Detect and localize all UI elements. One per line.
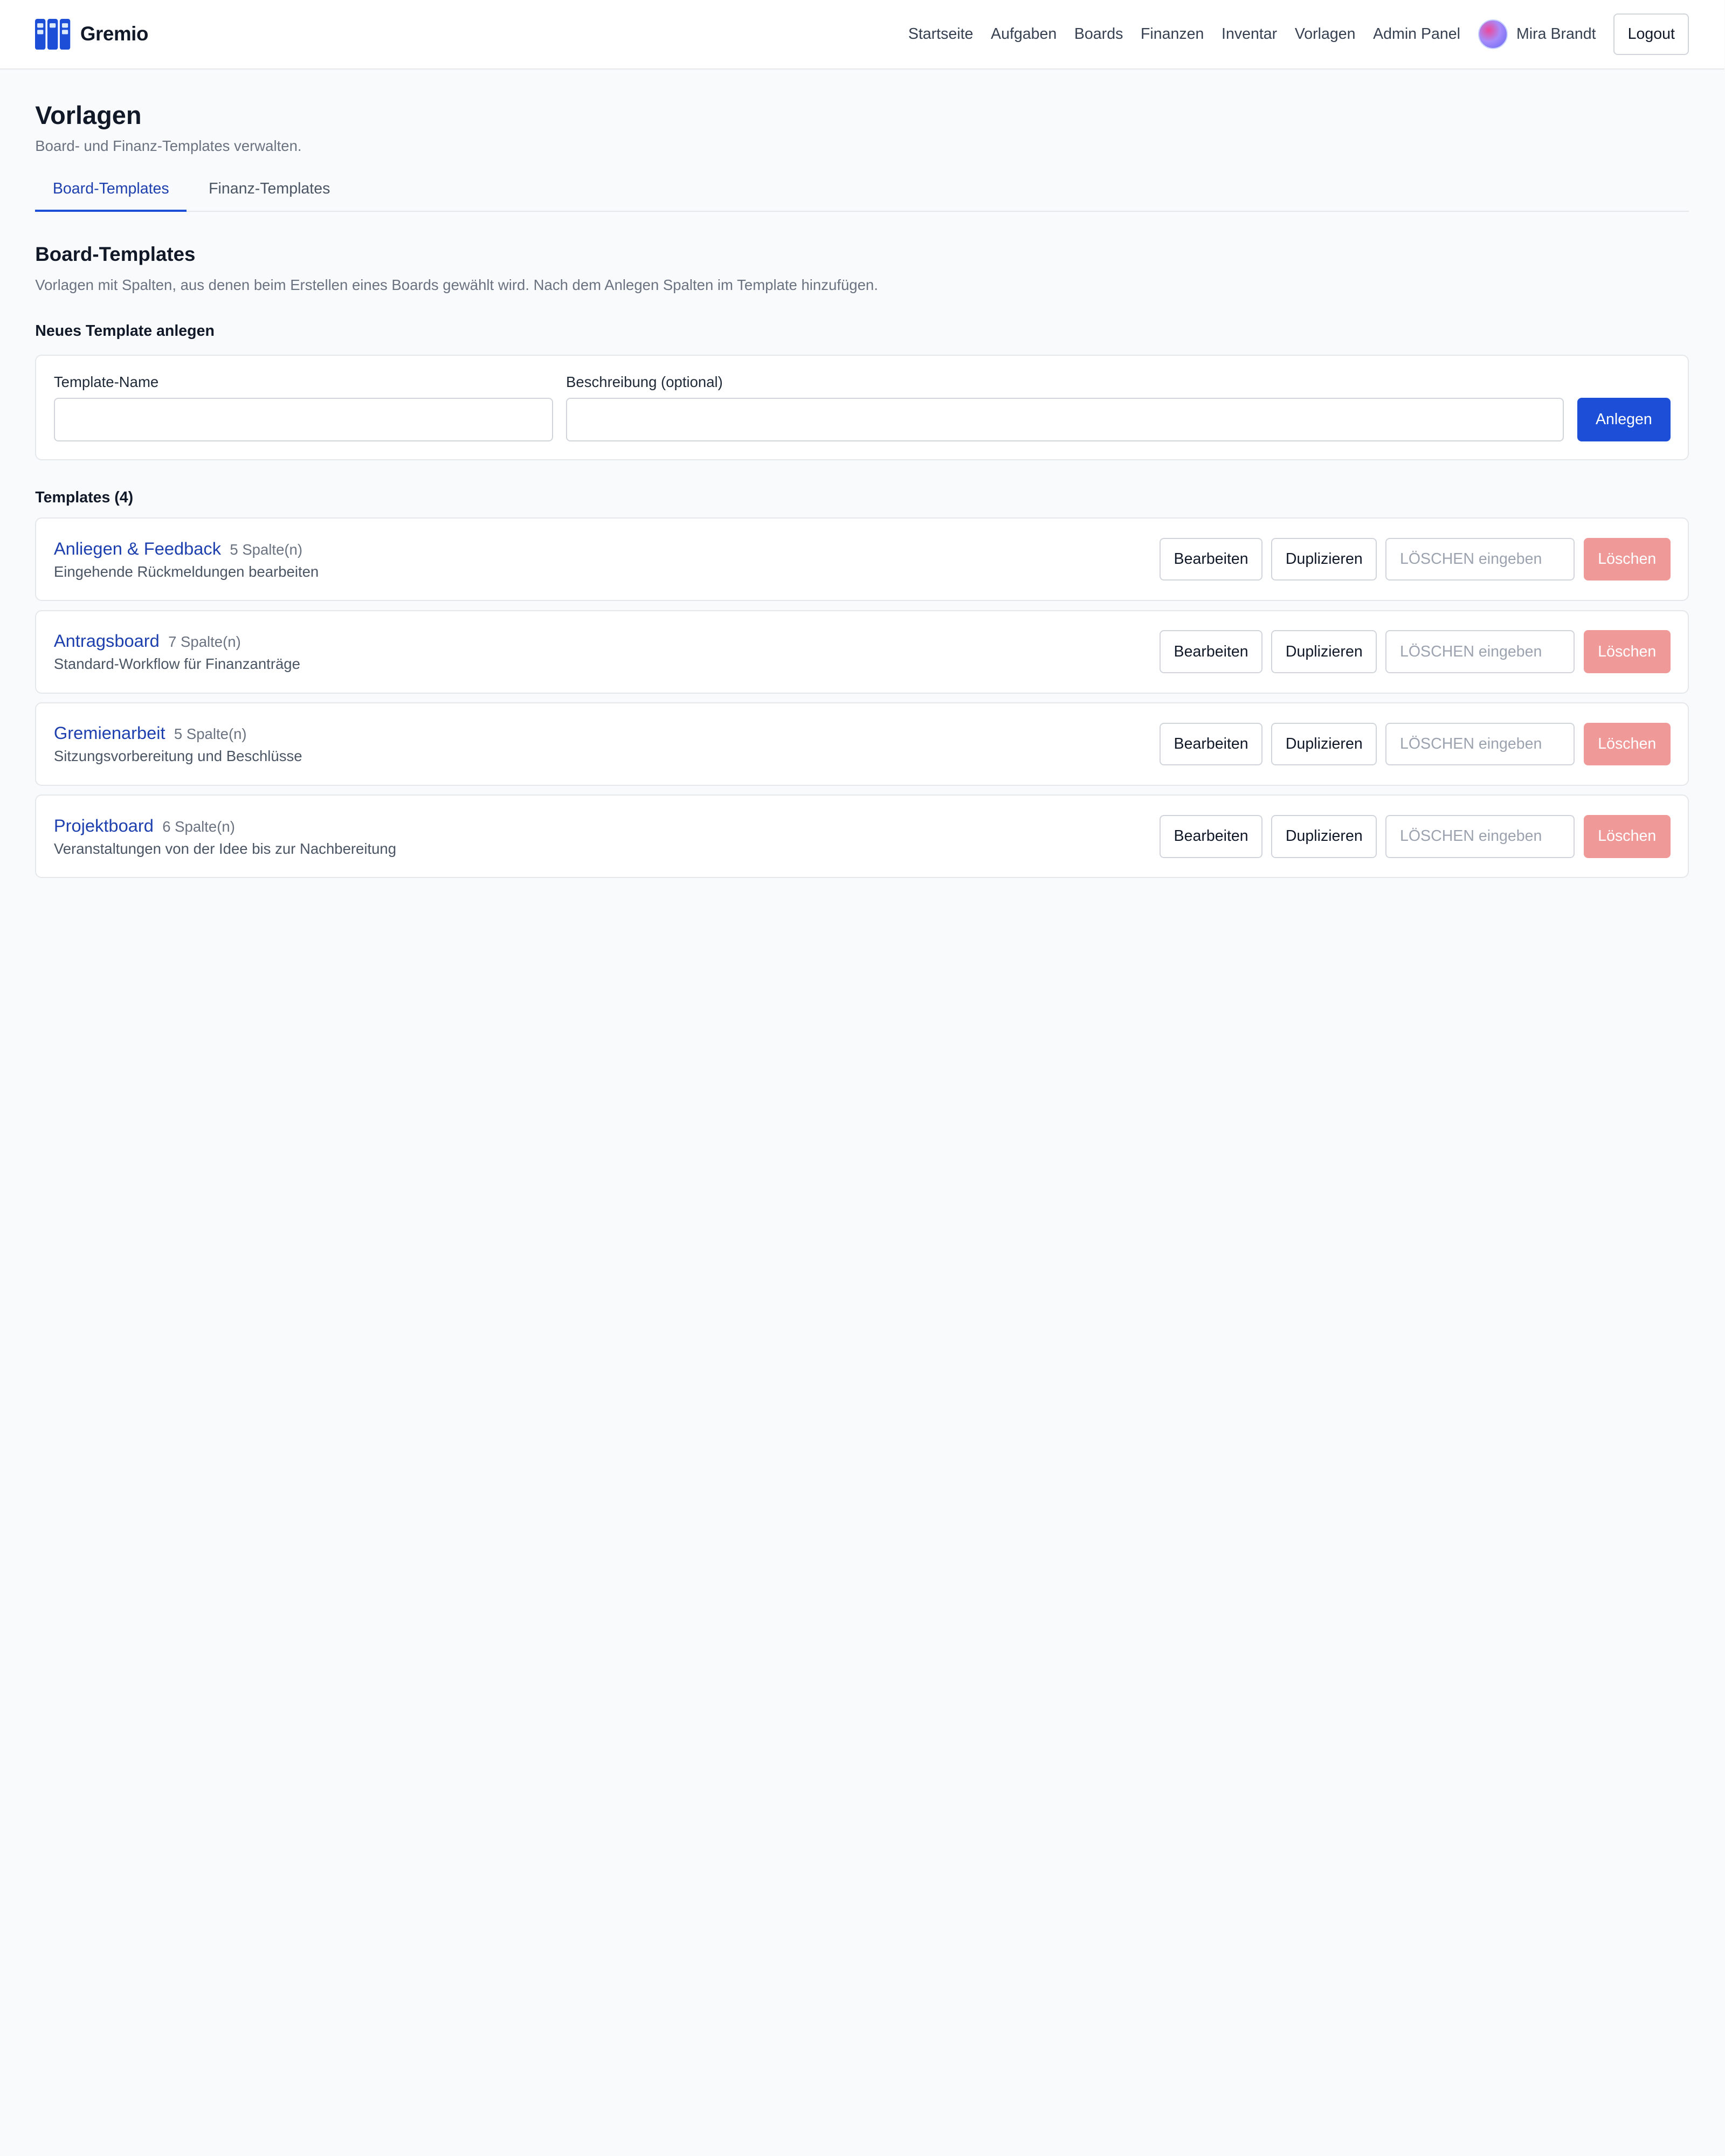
section-title: Board-Templates xyxy=(35,243,196,266)
nav-boards[interactable]: Boards xyxy=(1074,25,1123,43)
avatar xyxy=(1478,19,1508,49)
delete-confirm-input[interactable] xyxy=(1385,722,1575,766)
nav-admin-panel[interactable]: Admin Panel xyxy=(1373,25,1460,43)
delete-button[interactable]: Löschen xyxy=(1583,722,1671,766)
template-name-field: Template-Name xyxy=(53,374,553,442)
duplicate-button[interactable]: Duplizieren xyxy=(1271,814,1377,858)
page-title: Vorlagen xyxy=(35,101,142,129)
template-list: Anliegen & Feedback 5 Spalte(n) Eingehen… xyxy=(35,517,1689,879)
edit-button[interactable]: Bearbeiten xyxy=(1160,814,1263,858)
template-row: Antragsboard 7 Spalte(n) Standard-Workfl… xyxy=(35,610,1689,694)
template-info: Gremienarbeit 5 Spalte(n) Sitzungsvorber… xyxy=(54,723,1160,765)
main-content: Vorlagen Board- und Finanz-Templates ver… xyxy=(0,100,1724,879)
duplicate-button[interactable]: Duplizieren xyxy=(1271,537,1377,581)
column-count: 6 Spalte(n) xyxy=(162,818,235,835)
template-info: Anliegen & Feedback 5 Spalte(n) Eingehen… xyxy=(54,538,1160,581)
column-count: 5 Spalte(n) xyxy=(174,725,247,743)
template-actions: Bearbeiten Duplizieren Löschen xyxy=(1160,537,1671,581)
delete-button[interactable]: Löschen xyxy=(1583,537,1671,581)
template-row: Anliegen & Feedback 5 Spalte(n) Eingehen… xyxy=(35,517,1689,602)
edit-button[interactable]: Bearbeiten xyxy=(1160,630,1263,673)
template-name-label: Template-Name xyxy=(53,374,159,391)
delete-confirm-input[interactable] xyxy=(1385,630,1575,673)
delete-button[interactable]: Löschen xyxy=(1583,630,1671,673)
template-name-link[interactable]: Antragsboard xyxy=(54,631,160,651)
edit-button[interactable]: Bearbeiten xyxy=(1160,537,1263,581)
create-template-button[interactable]: Anlegen xyxy=(1577,397,1671,442)
template-actions: Bearbeiten Duplizieren Löschen xyxy=(1160,814,1671,858)
template-name-link[interactable]: Projektboard xyxy=(54,816,154,836)
tab-board-templates[interactable]: Board-Templates xyxy=(35,175,187,212)
template-name-link[interactable]: Anliegen & Feedback xyxy=(54,538,221,559)
logout-button[interactable]: Logout xyxy=(1613,13,1689,56)
delete-confirm-input[interactable] xyxy=(1385,537,1575,581)
template-description: Standard-Workflow für Finanzanträge xyxy=(53,655,300,673)
template-info: Projektboard 6 Spalte(n) Veranstaltungen… xyxy=(54,816,1160,858)
new-template-heading: Neues Template anlegen xyxy=(35,322,215,340)
page-subtitle: Board- und Finanz-Templates verwalten. xyxy=(35,137,302,154)
main-nav: Startseite Aufgaben Boards Finanzen Inve… xyxy=(908,25,1460,43)
delete-confirm-input[interactable] xyxy=(1385,814,1575,858)
tab-finanz-templates[interactable]: Finanz-Templates xyxy=(191,175,348,212)
template-description: Eingehende Rückmeldungen bearbeiten xyxy=(53,563,319,580)
edit-button[interactable]: Bearbeiten xyxy=(1160,722,1263,766)
template-tabs: Board-Templates Finanz-Templates xyxy=(35,175,1689,212)
new-template-form: Template-Name Beschreibung (optional) An… xyxy=(35,354,1689,460)
template-actions: Bearbeiten Duplizieren Löschen xyxy=(1160,722,1671,766)
top-navigation-bar: Gremio Startseite Aufgaben Boards Finanz… xyxy=(0,0,1724,70)
template-name-link[interactable]: Gremienarbeit xyxy=(54,723,165,743)
nav-vorlagen[interactable]: Vorlagen xyxy=(1295,25,1356,43)
template-description-label: Beschreibung (optional) xyxy=(566,374,723,391)
duplicate-button[interactable]: Duplizieren xyxy=(1271,630,1377,673)
brand-name: Gremio xyxy=(80,23,149,45)
template-description: Veranstaltungen von der Idee bis zur Nac… xyxy=(53,840,397,857)
template-row: Gremienarbeit 5 Spalte(n) Sitzungsvorber… xyxy=(35,702,1689,786)
board-columns-icon xyxy=(35,18,71,50)
template-description-input[interactable] xyxy=(566,397,1564,442)
nav-aufgaben[interactable]: Aufgaben xyxy=(991,25,1057,43)
nav-startseite[interactable]: Startseite xyxy=(908,25,974,43)
column-count: 7 Spalte(n) xyxy=(168,633,241,650)
template-info: Antragsboard 7 Spalte(n) Standard-Workfl… xyxy=(54,631,1160,673)
delete-button[interactable]: Löschen xyxy=(1583,814,1671,858)
template-description: Sitzungsvorbereitung und Beschlüsse xyxy=(53,748,302,765)
column-count: 5 Spalte(n) xyxy=(230,541,303,558)
duplicate-button[interactable]: Duplizieren xyxy=(1271,722,1377,766)
template-name-input[interactable] xyxy=(53,397,553,442)
nav-inventar[interactable]: Inventar xyxy=(1222,25,1277,43)
section-description: Vorlagen mit Spalten, aus denen beim Ers… xyxy=(35,277,878,294)
user-name: Mira Brandt xyxy=(1516,25,1596,43)
template-row: Projektboard 6 Spalte(n) Veranstaltungen… xyxy=(35,794,1689,879)
template-description-field: Beschreibung (optional) xyxy=(566,374,1564,442)
templates-heading: Templates (4) xyxy=(35,488,134,506)
brand[interactable]: Gremio xyxy=(35,18,149,50)
user-menu[interactable]: Mira Brandt xyxy=(1478,19,1596,49)
nav-finanzen[interactable]: Finanzen xyxy=(1141,25,1204,43)
template-actions: Bearbeiten Duplizieren Löschen xyxy=(1160,630,1671,673)
